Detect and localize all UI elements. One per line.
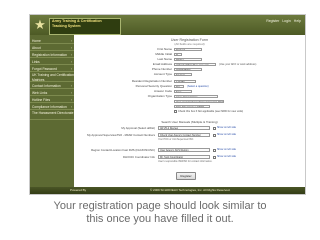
middle-initial-input[interactable]: R — [174, 52, 182, 56]
chevron-right-icon: › — [70, 53, 72, 57]
list-row-note[interactable]: Show on left side — [217, 147, 236, 153]
sidebar-item-label: Home — [32, 39, 41, 43]
army-star-icon: ★ — [34, 17, 46, 32]
chevron-right-icon: › — [70, 98, 72, 102]
not-applicable-checkbox[interactable] — [174, 110, 177, 113]
sidebar-item-forgot-password[interactable]: Forgot Password › — [30, 66, 74, 72]
top-links: Register Login Help — [264, 19, 301, 23]
sidebar-item-compliance[interactable]: Compliance Information › — [30, 104, 74, 110]
field-account-type: Account Type Student — [74, 72, 305, 77]
sidebar: Home › About › Registration Information › L… — [30, 35, 74, 194]
chevron-right-icon: › — [70, 46, 72, 50]
form-subtitle: (All fields are required) — [174, 42, 205, 46]
list-row-checkbox[interactable] — [213, 133, 216, 137]
sidebar-item-about[interactable]: About › — [30, 45, 74, 51]
sidebar-item-home[interactable]: Home › — [30, 38, 74, 44]
last-name-input[interactable]: Phillips — [174, 57, 202, 61]
not-applicable-label: Check this box if Not applicable (see IS… — [178, 110, 244, 113]
sidebar-item-label: Registration Information — [32, 53, 68, 57]
help-link[interactable]: Help — [294, 19, 301, 23]
register-button[interactable]: Register — [176, 172, 196, 180]
sidebar-item-label: UK Training and Certification Matrices — [32, 73, 74, 82]
list-row-input[interactable]: User Agency AUS Region — [158, 148, 210, 152]
account-type-select[interactable]: Student — [174, 72, 192, 76]
field-label: Account Type — [153, 72, 172, 76]
main-content: User Registration Form (All fields are r… — [74, 35, 305, 194]
field-not-applicable: Check this box if Not applicable (see IS… — [74, 109, 305, 114]
login-link[interactable]: Login — [282, 19, 291, 23]
list-row-checkbox[interactable] — [213, 155, 216, 159]
sidebar-item-label: Compliance Information — [32, 105, 67, 109]
list-row: Region Contact/Location Fast FMS (FAC/DI… — [74, 147, 305, 153]
chevron-right-icon: › — [70, 84, 72, 88]
list-row-note[interactable]: Show on left side — [217, 125, 236, 131]
app-title-line2: Tracking System — [52, 24, 81, 28]
sidebar-item-label: About — [32, 46, 41, 50]
phone-input[interactable]: 7036938000 — [174, 67, 202, 71]
slide: ★ Army Training & Certification Tracking… — [0, 0, 320, 240]
list-section-title: Search User Manuals (Multiple & Training… — [161, 120, 218, 124]
top-header-bar: ★ Army Training & Certification Tracking… — [30, 15, 305, 35]
chevron-right-icon: › — [70, 60, 72, 64]
security-question-select[interactable]: Pet — [174, 84, 184, 88]
resident-number-input[interactable]: 123456 — [174, 79, 196, 83]
list-row-input[interactable]: Mr. Supt Coordinator — [158, 155, 210, 159]
list-row-input[interactable]: AR 25-2 Review — [158, 126, 210, 130]
answer-code-input[interactable]: Spot — [174, 89, 192, 93]
chevron-right-icon: › — [70, 91, 72, 95]
list-row: My Approval (Select all/list) AR 25-2 Re… — [74, 125, 305, 131]
sidebar-item-registration[interactable]: Registration Information › — [30, 52, 74, 58]
list-row-note[interactable]: Show on left side — [217, 132, 236, 138]
email-input[interactable]: richard.phillips@us.army.mil — [174, 62, 216, 66]
chevron-right-icon: › — [70, 105, 72, 109]
sidebar-item-matrices[interactable]: UK Training and Certification Matrices — [30, 73, 74, 82]
first-name-input[interactable]: Richard — [174, 47, 202, 51]
list-row-checkbox[interactable] — [213, 148, 216, 152]
sidebar-item-hotline-files[interactable]: Hotline Files › — [30, 97, 74, 103]
sidebar-item-label: Web Links — [32, 91, 48, 95]
organization-directorate-select[interactable]: DOL Directorate / OSSD — [174, 104, 210, 108]
powered-by-text: Powered By — [70, 188, 87, 192]
sidebar-item-label: Contact Information — [32, 84, 61, 88]
list-row-label: My Approval (Select all/list) — [121, 126, 155, 130]
list-row-label: My Approval Supervisor/ISO - MFAR Contac… — [87, 133, 155, 137]
list-row-input[interactable]: Check User Agency Contact Number — [158, 133, 210, 137]
chevron-right-icon: › — [70, 67, 72, 71]
app-title-box: Army Training & Certification Tracking S… — [49, 18, 121, 35]
slide-caption: Your registration page should look simil… — [0, 200, 320, 226]
sidebar-item-harassment[interactable]: The Harassment Directorate — [30, 111, 74, 120]
organization-type-select[interactable]: Army Organization — [174, 94, 218, 98]
caption-line-2: this once you have filled it out. — [86, 213, 234, 225]
sidebar-item-label: Forgot Password — [32, 67, 57, 71]
copyright-text: © 2009 SCHOFIELD Technologies, Inc. All … — [150, 188, 231, 192]
sidebar-item-contact[interactable]: Contact Information › — [30, 83, 74, 89]
list-sub-note: User's responsible ISM/ISO for contact i… — [158, 160, 213, 163]
chevron-right-icon: › — [70, 39, 72, 43]
register-link[interactable]: Register — [266, 19, 279, 23]
footer-bar: Powered By © 2009 SCHOFIELD Technologies… — [30, 187, 305, 194]
list-row-label: DLDOJC Coordinator Info — [122, 155, 155, 159]
list-sub-note: Your POC or Unit Supervisor/ISO. — [158, 138, 194, 141]
list-row-label: Region Contact/Location Fast FMS (FAC/DI… — [91, 148, 155, 152]
sidebar-item-label: Links — [32, 60, 40, 64]
organization-poc-select[interactable]: Your organization's Point of Contact (PO… — [174, 99, 224, 103]
screenshot-frame: ★ Army Training & Certification Tracking… — [29, 14, 306, 195]
list-row-checkbox[interactable] — [213, 126, 216, 130]
sidebar-item-links[interactable]: Links › — [30, 59, 74, 65]
sidebar-item-label: The Harassment Directorate — [32, 111, 74, 115]
list-row-note[interactable]: Show on left side — [217, 154, 236, 160]
caption-line-1: Your registration page should look simil… — [53, 200, 267, 212]
sidebar-item-web-links[interactable]: Web Links › — [30, 90, 74, 96]
sidebar-item-label: Hotline Files — [32, 98, 51, 102]
